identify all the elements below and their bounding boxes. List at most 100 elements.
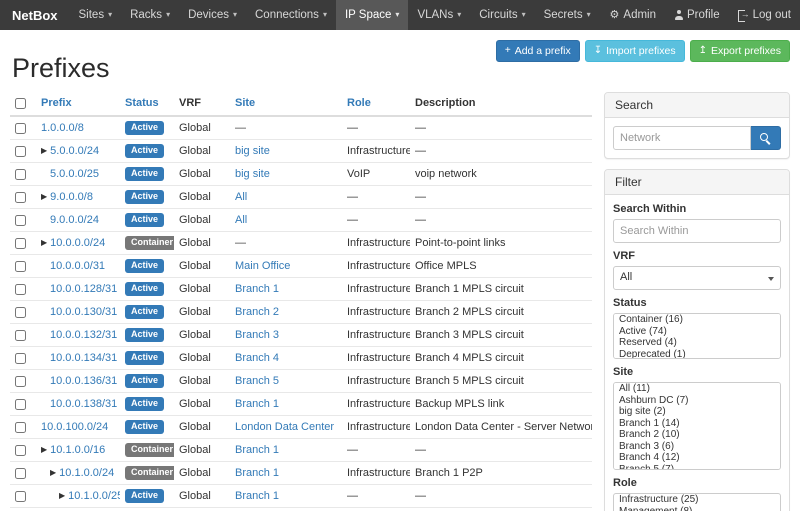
- site-link[interactable]: Branch 1: [235, 467, 279, 479]
- row-checkbox[interactable]: [15, 445, 26, 456]
- logout-menu-item[interactable]: Log out: [729, 0, 800, 30]
- prefix-link[interactable]: 10.0.0.0/24: [50, 237, 105, 249]
- navbar-item[interactable]: Devices ▾: [179, 0, 246, 30]
- row-checkbox[interactable]: [15, 261, 26, 272]
- option[interactable]: Management (8): [614, 506, 780, 511]
- site-link[interactable]: Branch 3: [235, 329, 279, 341]
- site-link[interactable]: Branch 2: [235, 306, 279, 318]
- prefix-link[interactable]: 10.0.0.136/31: [50, 375, 117, 387]
- site-link[interactable]: big site: [235, 145, 270, 157]
- option[interactable]: Active (74): [614, 326, 780, 338]
- option[interactable]: Infrastructure (25): [614, 494, 780, 506]
- chevron-down-icon: ▾: [587, 11, 591, 19]
- site-link[interactable]: London Data Center: [235, 421, 334, 433]
- option[interactable]: Container (16): [614, 314, 780, 326]
- option[interactable]: Branch 2 (10): [614, 429, 780, 441]
- option[interactable]: big site (2): [614, 406, 780, 418]
- prefix-link[interactable]: 10.0.0.138/31: [50, 398, 117, 410]
- row-checkbox[interactable]: [15, 399, 26, 410]
- role-select[interactable]: Infrastructure (25)Management (8)Private…: [613, 493, 781, 511]
- column-header-role[interactable]: Role: [342, 92, 410, 116]
- site-link[interactable]: Branch 5: [235, 375, 279, 387]
- row-checkbox[interactable]: [15, 146, 26, 157]
- search-button[interactable]: [751, 126, 781, 150]
- row-checkbox[interactable]: [15, 376, 26, 387]
- site-link[interactable]: All: [235, 214, 247, 226]
- role-cell: —: [342, 186, 410, 209]
- column-header-status[interactable]: Status: [120, 92, 174, 116]
- profile-menu-item[interactable]: Profile: [665, 0, 729, 30]
- search-panel: Search: [604, 92, 790, 159]
- select-all-checkbox[interactable]: [15, 98, 26, 109]
- site-link[interactable]: All: [235, 191, 247, 203]
- navbar-item[interactable]: VLANs ▾: [408, 0, 470, 30]
- row-checkbox[interactable]: [15, 284, 26, 295]
- prefix-link[interactable]: 10.0.0.130/31: [50, 306, 117, 318]
- row-checkbox[interactable]: [15, 307, 26, 318]
- row-checkbox[interactable]: [15, 192, 26, 203]
- export-icon: ↥: [699, 46, 707, 56]
- import-prefixes-button[interactable]: ↧Import prefixes: [585, 40, 685, 62]
- prefix-link[interactable]: 10.1.0.0/25: [68, 490, 120, 502]
- prefix-link[interactable]: 10.0.0.0/31: [50, 260, 105, 272]
- prefix-link[interactable]: 9.0.0.0/8: [50, 191, 93, 203]
- site-link[interactable]: Branch 1: [235, 283, 279, 295]
- site-link[interactable]: Main Office: [235, 260, 290, 272]
- brand-logo[interactable]: NetBox: [0, 0, 70, 30]
- option[interactable]: Branch 1 (14): [614, 418, 780, 430]
- navbar-item[interactable]: Sites ▾: [70, 0, 122, 30]
- table-row: ▶9.0.0.0/24 Active Global All — —: [10, 209, 592, 232]
- search-within-input[interactable]: [613, 219, 781, 243]
- navbar-item[interactable]: Secrets ▾: [535, 0, 600, 30]
- row-checkbox[interactable]: [15, 123, 26, 134]
- navbar-item[interactable]: Connections ▾: [246, 0, 336, 30]
- indent-spacer: [41, 220, 50, 221]
- prefix-link[interactable]: 5.0.0.0/24: [50, 145, 99, 157]
- option[interactable]: Ashburn DC (7): [614, 395, 780, 407]
- status-badge: Container: [125, 236, 174, 250]
- column-header-site[interactable]: Site: [230, 92, 342, 116]
- navbar-item[interactable]: Racks ▾: [121, 0, 179, 30]
- row-checkbox[interactable]: [15, 468, 26, 479]
- vrf-select[interactable]: All: [613, 266, 781, 290]
- expand-arrow-icon: ▶: [41, 192, 47, 201]
- option[interactable]: Deprecated (1): [614, 349, 780, 360]
- site-link[interactable]: Branch 4: [235, 352, 279, 364]
- site-select[interactable]: All (11)Ashburn DC (7)big site (2)Branch…: [613, 382, 781, 470]
- option[interactable]: Branch 5 (7): [614, 464, 780, 471]
- site-link[interactable]: Branch 1: [235, 490, 279, 502]
- option[interactable]: Branch 4 (12): [614, 452, 780, 464]
- row-checkbox[interactable]: [15, 330, 26, 341]
- row-checkbox[interactable]: [15, 353, 26, 364]
- admin-menu-item[interactable]: ⚙ Admin: [601, 0, 665, 30]
- add-prefix-button[interactable]: +Add a prefix: [496, 40, 580, 62]
- option[interactable]: Branch 3 (6): [614, 441, 780, 453]
- prefix-link[interactable]: 10.1.0.0/24: [59, 467, 114, 479]
- row-checkbox[interactable]: [15, 169, 26, 180]
- prefix-link[interactable]: 10.0.0.128/31: [50, 283, 117, 295]
- site-link[interactable]: big site: [235, 168, 270, 180]
- navbar-item[interactable]: IP Space ▾: [336, 0, 408, 30]
- navbar-item[interactable]: Circuits ▾: [470, 0, 534, 30]
- row-checkbox[interactable]: [15, 491, 26, 502]
- page-title: Prefixes: [12, 53, 110, 84]
- prefix-link[interactable]: 10.0.100.0/24: [41, 421, 108, 433]
- status-badge: Active: [125, 213, 164, 227]
- prefix-link[interactable]: 10.1.0.0/16: [50, 444, 105, 456]
- row-checkbox[interactable]: [15, 422, 26, 433]
- site-link[interactable]: Branch 1: [235, 444, 279, 456]
- column-header-prefix[interactable]: Prefix: [36, 92, 120, 116]
- status-select[interactable]: Container (16)Active (74)Reserved (4)Dep…: [613, 313, 781, 359]
- search-input[interactable]: [613, 126, 751, 150]
- site-link[interactable]: Branch 1: [235, 398, 279, 410]
- row-checkbox[interactable]: [15, 215, 26, 226]
- export-prefixes-button[interactable]: ↥Export prefixes: [690, 40, 790, 62]
- prefix-link[interactable]: 5.0.0.0/25: [50, 168, 99, 180]
- row-checkbox[interactable]: [15, 238, 26, 249]
- prefix-link[interactable]: 10.0.0.132/31: [50, 329, 117, 341]
- prefix-link[interactable]: 10.0.0.134/31: [50, 352, 117, 364]
- prefix-link[interactable]: 1.0.0.0/8: [41, 122, 84, 134]
- option[interactable]: All (11): [614, 383, 780, 395]
- prefix-link[interactable]: 9.0.0.0/24: [50, 214, 99, 226]
- option[interactable]: Reserved (4): [614, 337, 780, 349]
